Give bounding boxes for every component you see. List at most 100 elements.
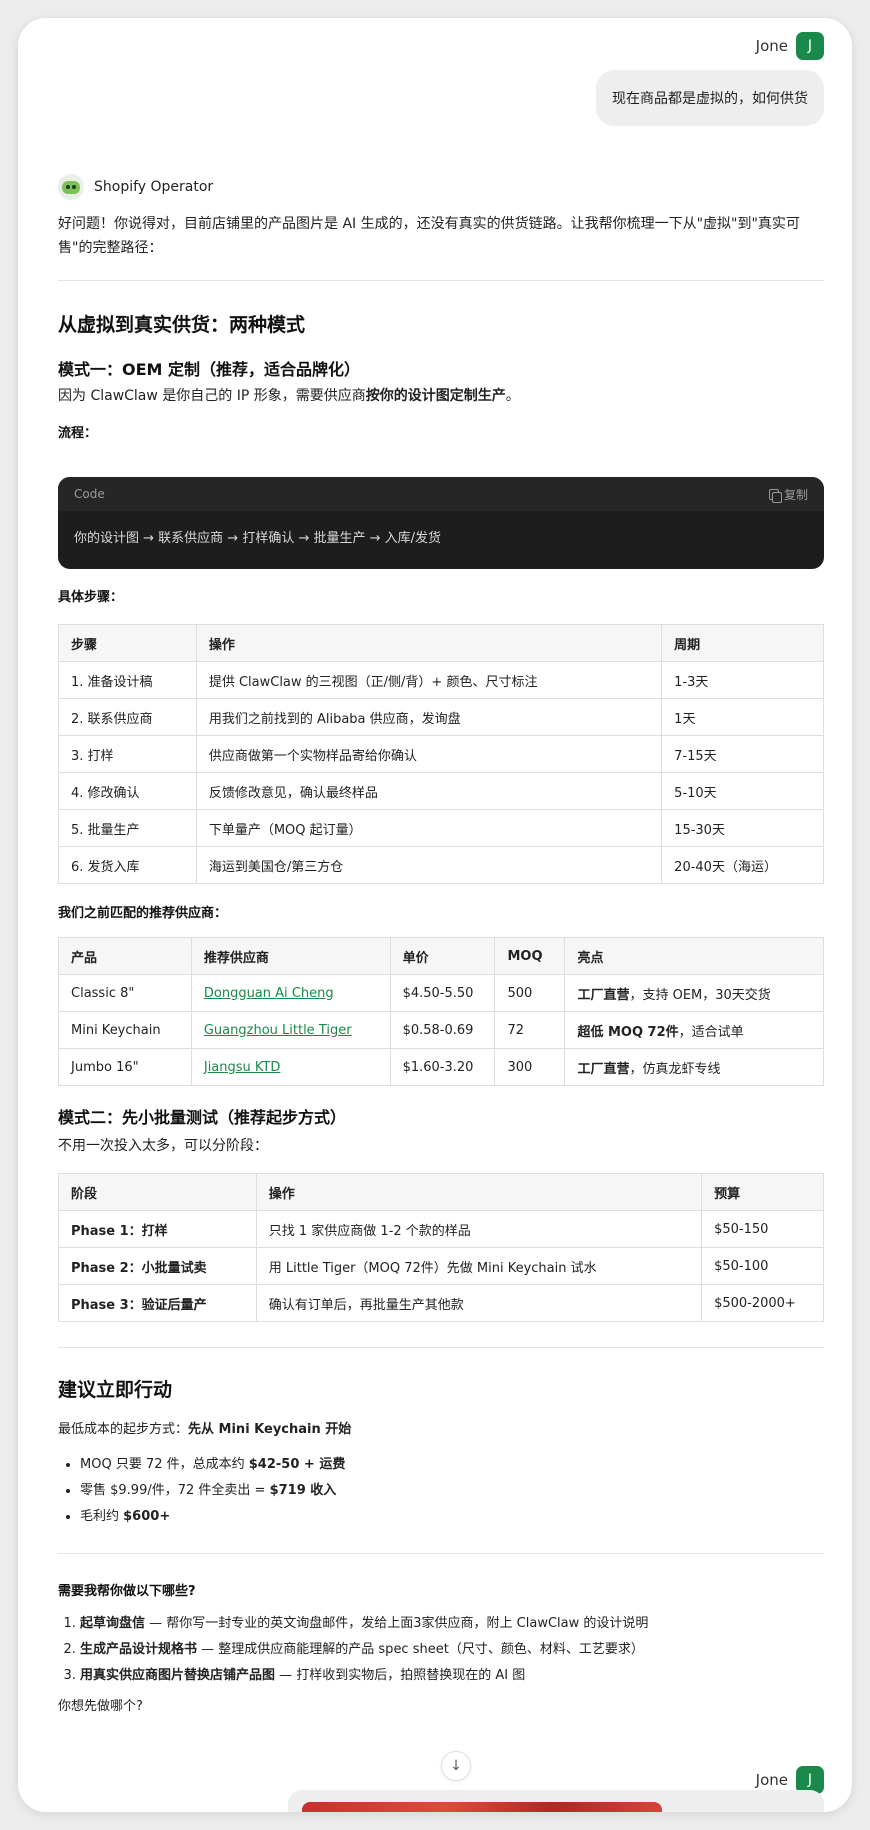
code-content: 你的设计图 → 联系供应商 → 打样确认 → 批量生产 → 入库/发货 <box>74 531 442 546</box>
table-header-row: 产品 推荐供应商 单价 MOQ 亮点 <box>58 937 824 975</box>
cost-bullet-list: MOQ 只要 72 件，总成本约 $42-50 + 运费 零售 $9.99/件，… <box>58 1452 345 1530</box>
table-row: 4. 修改确认 反馈修改意见，确认最终样品 5-10天 <box>58 772 824 810</box>
table-row: 1. 准备设计稿 提供 ClawClaw 的三视图（正/侧/背）+ 颜色、尺寸标注… <box>58 661 824 699</box>
table-header-cell: 阶段 <box>58 1173 257 1211</box>
divider <box>58 280 824 281</box>
table-row: Phase 1：打样 只找 1 家供应商做 1-2 个款的样品 $50-150 <box>58 1210 824 1248</box>
table-cell: Guangzhou Little Tiger <box>190 1011 391 1049</box>
closing-question: 你想先做哪个? <box>58 1699 143 1714</box>
table-cell: 7-15天 <box>661 735 824 773</box>
user-message-bubble: 现在商品都是虚拟的，如何供货 <box>596 70 824 126</box>
list-item: 生成产品设计规格书 — 整理成供应商能理解的产品 spec sheet（尺寸、颜… <box>80 1637 648 1663</box>
arrow-down-icon: ↓ <box>450 1758 462 1774</box>
assistant-header: Shopify Operator <box>58 174 213 200</box>
table-cell: 1-3天 <box>661 661 824 699</box>
table-row: 6. 发货入库 海运到美国仓/第三方仓 20-40天（海运） <box>58 846 824 884</box>
table-cell: 5-10天 <box>661 772 824 810</box>
code-block: Code 复制 你的设计图 → 联系供应商 → 打样确认 → 批量生产 → 入库… <box>58 477 824 569</box>
mode1-title: 模式一：OEM 定制（推荐，适合品牌化） <box>58 360 361 379</box>
supplier-link[interactable]: Jiangsu KTD <box>204 1060 281 1075</box>
suppliers-table: 产品 推荐供应商 单价 MOQ 亮点 Classic 8" Dongguan A… <box>58 937 824 1086</box>
table-cell: 1天 <box>661 698 824 736</box>
table-cell: 1. 准备设计稿 <box>58 661 197 699</box>
action-list: 起草询盘信 — 帮你写一封专业的英文询盘邮件，发给上面3家供应商，附上 Claw… <box>58 1611 648 1689</box>
table-cell: 2. 联系供应商 <box>58 698 197 736</box>
table-cell: Classic 8" <box>58 974 192 1012</box>
table-cell: 海运到美国仓/第三方仓 <box>195 846 663 884</box>
flow-label: 流程： <box>58 426 98 441</box>
table-cell: 300 <box>494 1048 566 1086</box>
attached-image <box>302 1802 662 1812</box>
bot-avatar-icon <box>58 174 84 200</box>
table-cell: Jumbo 16" <box>58 1048 192 1086</box>
scroll-down-button[interactable]: ↓ <box>441 1751 471 1781</box>
list-item: MOQ 只要 72 件，总成本约 $42-50 + 运费 <box>80 1452 345 1478</box>
table-row: Classic 8" Dongguan Ai Cheng $4.50-5.50 … <box>58 974 824 1012</box>
table-cell: 72 <box>494 1011 566 1049</box>
table-header-cell: 推荐供应商 <box>190 937 391 975</box>
table-row: 2. 联系供应商 用我们之前找到的 Alibaba 供应商，发询盘 1天 <box>58 698 824 736</box>
assistant-intro: 好问题！你说得对，目前店铺里的产品图片是 AI 生成的，还没有真实的供货链路。让… <box>58 216 800 256</box>
copy-icon <box>768 488 782 503</box>
user-name: Jone <box>755 1771 788 1789</box>
table-cell: 供应商做第一个实物样品寄给你确认 <box>195 735 663 773</box>
table-cell: Jiangsu KTD <box>190 1048 391 1086</box>
table-row: Phase 2：小批量试卖用 Little Tiger（MOQ 72件）先做 M… <box>58 1247 824 1285</box>
section3-question: 需要我帮你做以下哪些? <box>58 1584 196 1599</box>
table-cell: 20-40天（海运） <box>661 846 824 884</box>
table-cell: $50-150 <box>701 1210 824 1248</box>
table-header-row: 阶段 操作 预算 <box>58 1173 824 1211</box>
table-cell: 工厂直营，仿真龙虾专线 <box>564 1048 824 1086</box>
table-row: Phase 3：验证后量产 确认有订单后，再批量生产其他款 $500-2000+ <box>58 1284 824 1322</box>
table-cell: 3. 打样 <box>58 735 197 773</box>
table-header-cell: 单价 <box>389 937 496 975</box>
table-cell: Phase 2：小批量试卖 <box>58 1247 257 1285</box>
divider <box>58 1553 824 1554</box>
table-cell: 确认有订单后，再批量生产其他款 <box>255 1284 703 1322</box>
table-cell: 工厂直营，支持 OEM，30天交货 <box>564 974 824 1012</box>
list-item: 起草询盘信 — 帮你写一封专业的英文询盘邮件，发给上面3家供应商，附上 Claw… <box>80 1611 648 1637</box>
table-header-cell: 产品 <box>58 937 192 975</box>
table-cell: $500-2000+ <box>701 1284 824 1322</box>
table-header-cell: 亮点 <box>564 937 824 975</box>
table-row: 5. 批量生产 下单量产（MOQ 起订量） 15-30天 <box>58 809 824 847</box>
table-header-cell: 操作 <box>195 624 663 662</box>
section-title: 从虚拟到真实供货：两种模式 <box>58 314 306 336</box>
table-header-cell: 步骤 <box>58 624 197 662</box>
table-cell: 下单量产（MOQ 起订量） <box>195 809 663 847</box>
table-cell: 超低 MOQ 72件，适合试单 <box>564 1011 824 1049</box>
supplier-link[interactable]: Dongguan Ai Cheng <box>204 986 334 1001</box>
table-row: Mini Keychain Guangzhou Little Tiger $0.… <box>58 1011 824 1049</box>
supplier-link[interactable]: Guangzhou Little Tiger <box>204 1023 352 1038</box>
table-cell: Dongguan Ai Cheng <box>190 974 391 1012</box>
table-header-row: 步骤 操作 周期 <box>58 624 824 662</box>
table-cell: $4.50-5.50 <box>389 974 496 1012</box>
table-cell: 500 <box>494 974 566 1012</box>
list-item: 零售 $9.99/件，72 件全卖出 = $719 收入 <box>80 1478 345 1504</box>
table-cell: 用我们之前找到的 Alibaba 供应商，发询盘 <box>195 698 663 736</box>
table-row: Jumbo 16" Jiangsu KTD $1.60-3.20 300 工厂直… <box>58 1048 824 1086</box>
list-item: 用真实供应商图片替换店铺产品图 — 打样收到实物后，拍照替换现在的 AI 图 <box>80 1663 648 1689</box>
table-cell: Phase 1：打样 <box>58 1210 257 1248</box>
table-header-cell: 预算 <box>701 1173 824 1211</box>
table-cell: $0.58-0.69 <box>389 1011 496 1049</box>
table-header-cell: 周期 <box>661 624 824 662</box>
copy-button[interactable]: 复制 <box>768 486 808 503</box>
phase-table: 阶段 操作 预算 Phase 1：打样 只找 1 家供应商做 1-2 个款的样品 $… <box>58 1173 824 1322</box>
section2-title: 建议立即行动 <box>58 1379 173 1401</box>
table-header-cell: MOQ <box>494 937 566 975</box>
suppliers-label: 我们之前匹配的推荐供应商： <box>58 906 228 921</box>
user-name: Jone <box>755 37 788 55</box>
table-cell: Phase 3：验证后量产 <box>58 1284 257 1322</box>
table-cell: 6. 发货入库 <box>58 846 197 884</box>
table-cell: 4. 修改确认 <box>58 772 197 810</box>
user-avatar: J <box>796 32 824 60</box>
section2-lead: 最低成本的起步方式：先从 Mini Keychain 开始 <box>58 1422 352 1437</box>
table-cell: 用 Little Tiger（MOQ 72件）先做 Mini Keychain … <box>255 1247 703 1285</box>
table-cell: 提供 ClawClaw 的三视图（正/侧/背）+ 颜色、尺寸标注 <box>195 661 663 699</box>
user-header: Jone J <box>756 32 824 60</box>
table-cell: 反馈修改意见，确认最终样品 <box>195 772 663 810</box>
copy-label: 复制 <box>783 487 808 502</box>
table-cell: 5. 批量生产 <box>58 809 197 847</box>
table-cell: Mini Keychain <box>58 1011 192 1049</box>
